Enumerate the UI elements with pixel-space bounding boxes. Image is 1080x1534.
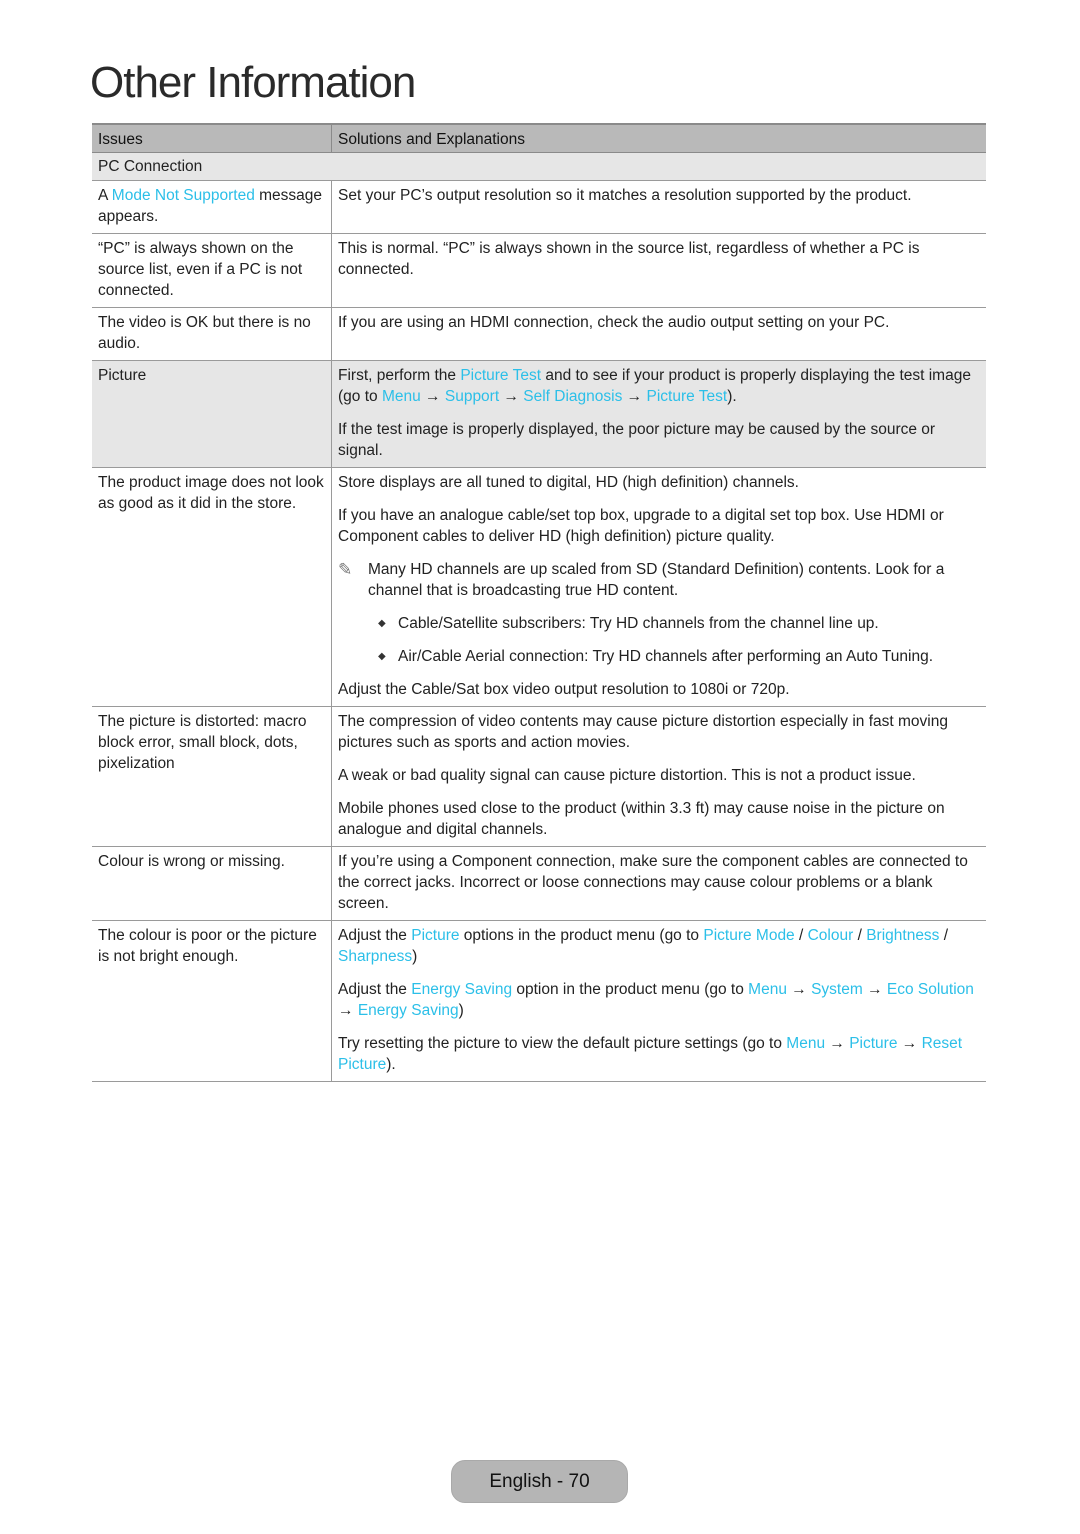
- solution-paragraph: If the test image is properly displayed,…: [338, 421, 936, 459]
- solution-cell: Store displays are all tuned to digital,…: [331, 467, 986, 707]
- text: ).: [727, 388, 737, 405]
- issue-cell: The picture is distorted: macro block er…: [92, 706, 332, 847]
- note-text: Many HD channels are up scaled from SD (…: [368, 561, 945, 599]
- solution-paragraph: A weak or bad quality signal can cause p…: [338, 767, 916, 784]
- energy-saving-link[interactable]: Energy Saving: [358, 1002, 459, 1019]
- energy-saving-link[interactable]: Energy Saving: [411, 981, 512, 998]
- solution-paragraph: Store displays are all tuned to digital,…: [338, 474, 799, 491]
- picture-test-link[interactable]: Picture Test: [646, 388, 727, 405]
- solution-paragraph: If you have an analogue cable/set top bo…: [338, 507, 944, 545]
- text: First, perform the: [338, 367, 461, 384]
- header-solutions: Solutions and Explanations: [331, 123, 986, 153]
- menu-link[interactable]: Menu: [786, 1035, 825, 1052]
- eco-solution-link[interactable]: Eco Solution: [887, 981, 974, 998]
- diamond-bullet-icon: ◆: [378, 651, 386, 662]
- page-number-badge: English - 70: [451, 1460, 628, 1503]
- table-row: Colour is wrong or missing. If you’re us…: [92, 846, 986, 921]
- menu-link[interactable]: Menu: [382, 388, 421, 405]
- table-row: The product image does not look as good …: [92, 467, 986, 707]
- text: Adjust the: [338, 981, 412, 998]
- menu-link[interactable]: Menu: [748, 981, 787, 998]
- table-row: “PC” is always shown on the source list,…: [92, 233, 986, 308]
- sharpness-link[interactable]: Sharpness: [338, 948, 412, 965]
- arrow-icon: →: [420, 388, 445, 405]
- table-row: The video is OK but there is no audio. I…: [92, 307, 986, 361]
- table-row: The colour is poor or the picture is not…: [92, 920, 986, 1082]
- text: options in the product menu (go to: [459, 927, 704, 944]
- bullet-item: ◆ Cable/Satellite subscribers: Try HD ch…: [338, 613, 980, 634]
- solution-paragraph: First, perform the Picture Test and to s…: [338, 365, 980, 407]
- brightness-link[interactable]: Brightness: [866, 927, 939, 944]
- solution-cell: Adjust the Picture options in the produc…: [331, 920, 986, 1082]
- header-issues: Issues: [92, 123, 332, 153]
- note: ✎ Many HD channels are up scaled from SD…: [338, 559, 980, 601]
- arrow-icon: →: [862, 981, 887, 998]
- diamond-bullet-icon: ◆: [378, 618, 386, 629]
- solution-paragraph: Mobile phones used close to the product …: [338, 800, 945, 838]
- solution-cell: If you’re using a Component connection, …: [331, 846, 986, 921]
- issue-cell: The product image does not look as good …: [92, 467, 332, 707]
- solution-paragraph: Adjust the Picture options in the produc…: [338, 925, 980, 967]
- solution-cell: Set your PC’s output resolution so it ma…: [331, 180, 986, 234]
- support-link[interactable]: Support: [445, 388, 499, 405]
- separator: /: [794, 927, 808, 944]
- issue-cell: “PC” is always shown on the source list,…: [92, 233, 332, 308]
- issue-cell: A Mode Not Supported message appears.: [92, 180, 332, 234]
- section-row-pc-connection: PC Connection: [92, 152, 986, 181]
- solution-cell: If you are using an HDMI connection, che…: [331, 307, 986, 361]
- system-link[interactable]: System: [811, 981, 863, 998]
- table-row: A Mode Not Supported message appears. Se…: [92, 180, 986, 234]
- arrow-icon: →: [897, 1035, 922, 1052]
- text: option in the product menu (go to: [512, 981, 749, 998]
- separator: /: [939, 927, 949, 944]
- solution-paragraph: Try resetting the picture to view the de…: [338, 1033, 980, 1075]
- picture-test-link[interactable]: Picture Test: [460, 367, 541, 384]
- issue-cell: Colour is wrong or missing.: [92, 846, 332, 921]
- solution-cell: The compression of video contents may ca…: [331, 706, 986, 847]
- solution-paragraph: Adjust the Cable/Sat box video output re…: [338, 681, 790, 698]
- text: ): [412, 948, 418, 965]
- solution-paragraph: Adjust the Energy Saving option in the p…: [338, 979, 980, 1021]
- arrow-icon: →: [499, 388, 524, 405]
- solution-paragraph: The compression of video contents may ca…: [338, 713, 948, 751]
- text: Try resetting the picture to view the de…: [338, 1035, 787, 1052]
- table-header-row: Issues Solutions and Explanations: [92, 123, 986, 153]
- picture-link[interactable]: Picture: [411, 927, 459, 944]
- issue-cell: The colour is poor or the picture is not…: [92, 920, 332, 1082]
- bullet-item: ◆ Air/Cable Aerial connection: Try HD ch…: [338, 646, 980, 667]
- picture-mode-link[interactable]: Picture Mode: [703, 927, 794, 944]
- solution-cell: First, perform the Picture Test and to s…: [331, 360, 986, 468]
- arrow-icon: →: [825, 1035, 850, 1052]
- issue-text: A: [98, 187, 112, 204]
- picture-link[interactable]: Picture: [849, 1035, 897, 1052]
- issue-cell: Picture: [92, 360, 332, 468]
- text: ).: [386, 1056, 396, 1073]
- section-label: PC Connection: [92, 152, 986, 181]
- self-diagnosis-link[interactable]: Self Diagnosis: [523, 388, 622, 405]
- arrow-icon: →: [338, 1002, 358, 1019]
- separator: /: [853, 927, 867, 944]
- table-row: The picture is distorted: macro block er…: [92, 706, 986, 847]
- bullet-text: Air/Cable Aerial connection: Try HD chan…: [398, 648, 934, 665]
- text: Adjust the: [338, 927, 412, 944]
- mode-not-supported-link[interactable]: Mode Not Supported: [112, 187, 255, 204]
- colour-link[interactable]: Colour: [808, 927, 854, 944]
- text: ): [458, 1002, 464, 1019]
- arrow-icon: →: [786, 981, 812, 998]
- solution-cell: This is normal. “PC” is always shown in …: [331, 233, 986, 308]
- bullet-text: Cable/Satellite subscribers: Try HD chan…: [398, 615, 879, 632]
- issue-cell: The video is OK but there is no audio.: [92, 307, 332, 361]
- page-title: Other Information: [90, 58, 416, 107]
- arrow-icon: →: [622, 388, 647, 405]
- table-row-picture: Picture First, perform the Picture Test …: [92, 360, 986, 468]
- note-pencil-icon: ✎: [338, 560, 353, 579]
- troubleshooting-table: Issues Solutions and Explanations PC Con…: [92, 123, 986, 1082]
